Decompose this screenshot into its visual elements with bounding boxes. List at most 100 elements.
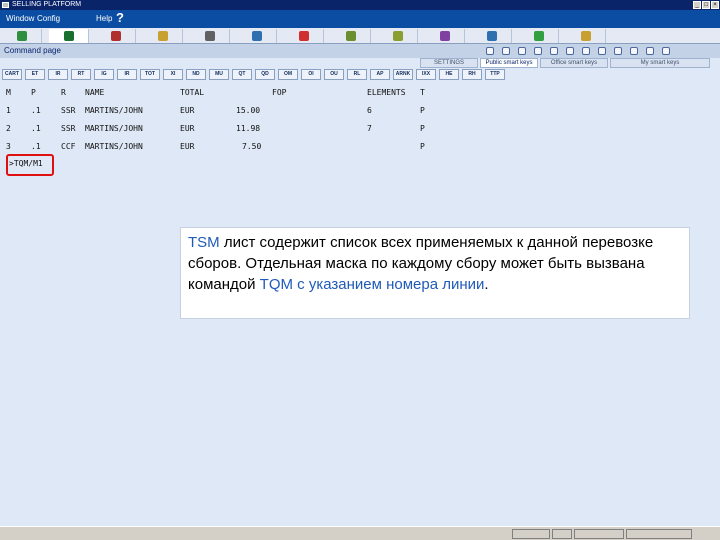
header-name: NAME [85,88,105,97]
function-key-qt[interactable]: QT [232,69,252,80]
home-icon[interactable] [502,47,510,55]
function-key-ir[interactable]: IR [117,69,137,80]
page-icon[interactable] [486,47,494,55]
header-r: R [61,88,66,97]
row3-m: 3 [6,142,11,151]
menu-config[interactable]: Config [37,14,60,23]
row2-name: MARTINS/JOHN [85,124,143,133]
row3-r: CCF [61,142,76,151]
function-key-xi[interactable]: XI [163,69,183,80]
toolbar-button-grid[interactable] [190,29,230,43]
function-key-nd[interactable]: ND [186,69,206,80]
icon-toolbar [0,28,720,44]
toolbar-button-doc-check[interactable] [425,29,465,43]
paste-icon[interactable] [614,47,622,55]
row2-elements: 7 [367,124,372,133]
menu-help[interactable]: Help [96,14,112,23]
function-key-mu[interactable]: MU [209,69,229,80]
row2-t: P [420,124,425,133]
note-tsm: TSM [188,234,220,251]
row3-p: .1 [31,142,41,151]
bookmark-icon [580,31,591,41]
header-m: M [6,88,11,97]
settings-icon[interactable] [630,47,638,55]
function-key-he[interactable]: HE [439,69,459,80]
help-icon[interactable] [662,47,670,55]
doc-check-icon [439,31,450,41]
toolbar-button-notebook[interactable] [49,29,89,43]
car-icon [157,31,168,41]
close-button[interactable]: × [711,1,719,9]
print-icon[interactable] [646,47,654,55]
toolbar-button-agent[interactable] [284,29,324,43]
toolbar-button-globe[interactable] [472,29,512,43]
function-key-et[interactable]: ET [25,69,45,80]
header-p: P [31,88,36,97]
row1-elements: 6 [367,106,372,115]
smart-keys-tab-2[interactable]: Public smart keys [480,58,538,68]
menu-window[interactable]: Window [6,14,34,23]
command-page-label[interactable]: Command page [4,46,61,55]
copy-icon[interactable] [598,47,606,55]
row3-t: P [420,142,425,151]
function-key-tot[interactable]: TOT [140,69,160,80]
smart-keys-tab-1[interactable]: SETTINGS [420,58,478,68]
trash-icon[interactable] [566,47,574,55]
function-key-ir[interactable]: IR [48,69,68,80]
toolbar-button-car[interactable] [143,29,183,43]
function-key-cart[interactable]: CART [2,69,22,80]
function-key-rt[interactable]: RT [71,69,91,80]
cut-icon[interactable] [582,47,590,55]
app-icon [2,2,9,8]
minimize-button[interactable]: _ [693,1,701,9]
function-key-oi[interactable]: OI [301,69,321,80]
refresh-icon[interactable] [518,47,526,55]
info-icon [533,31,544,41]
puzzle-icon [392,31,403,41]
function-key-ap[interactable]: AP [370,69,390,80]
note-text-2: . [484,276,489,293]
row3-currency: EUR [180,142,195,151]
function-key-om[interactable]: OM [278,69,298,80]
function-key-rh[interactable]: RH [462,69,482,80]
function-key-rl[interactable]: RL [347,69,367,80]
row1-currency: EUR [180,106,195,115]
pin-icon [345,31,356,41]
row1-t: P [420,106,425,115]
toolbar-button-bookmark[interactable] [566,29,606,43]
maximize-button[interactable]: □ [702,1,710,9]
edit-icon[interactable] [550,47,558,55]
status-slot-3 [574,529,624,539]
header-t: T [420,88,425,97]
toolbar-button-printer[interactable] [237,29,277,43]
menu-bar: Window Config Help ? [0,10,720,28]
toolbar-button-puzzle[interactable] [378,29,418,43]
help-icon[interactable]: ? [116,10,124,25]
command-page-row: Command page [0,44,720,58]
toolbar-button-pin[interactable] [331,29,371,43]
stop-icon[interactable] [534,47,542,55]
function-key-ttp[interactable]: TTP [485,69,505,80]
row1-amount: 15.00 [236,106,261,115]
toolbar-button-book[interactable] [2,29,42,43]
smart-keys-tab-4[interactable]: My smart keys [610,58,710,68]
app-window: SELLING PLATFORM _ □ × Window Config Hel… [0,0,720,540]
grid-icon [204,31,215,41]
annotation-note: TSM лист содержит список всех применяемы… [180,227,690,319]
function-key-arnk[interactable]: ARNK [393,69,413,80]
row2-amount: 11.98 [236,124,261,133]
function-key-qd[interactable]: QD [255,69,275,80]
globe-icon [486,31,497,41]
smart-keys-tab-3[interactable]: Office smart keys [540,58,608,68]
toolbar-button-info[interactable] [519,29,559,43]
status-bar [0,526,720,540]
function-key-ig[interactable]: IG [94,69,114,80]
title-bar: SELLING PLATFORM _ □ × [0,0,720,10]
function-key-ixx[interactable]: IXX [416,69,436,80]
command-highlight [6,154,54,176]
note-tqm: TQM с указанием номера линии [259,276,485,293]
status-slot-1 [512,529,550,539]
row2-m: 2 [6,124,11,133]
function-key-ou[interactable]: OU [324,69,344,80]
toolbar-button-person[interactable] [96,29,136,43]
